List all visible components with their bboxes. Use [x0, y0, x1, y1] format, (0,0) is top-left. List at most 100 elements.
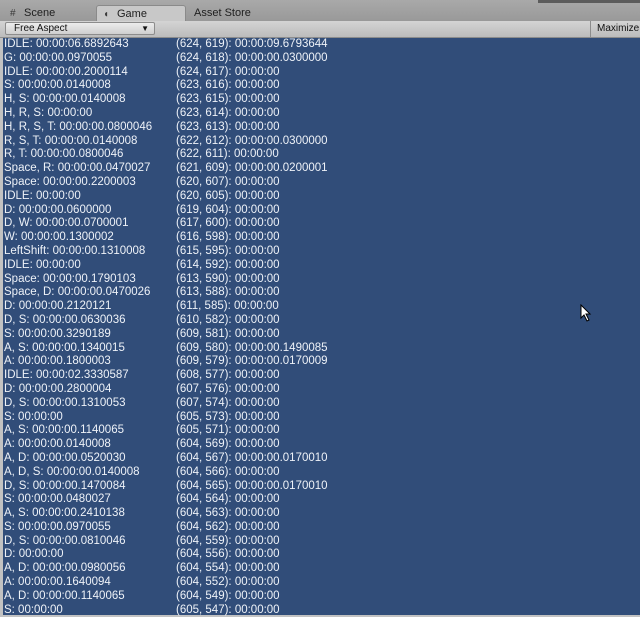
- log-keys-duration: H, S: 00:00:00.0140008: [4, 93, 126, 106]
- log-keys-duration: S: 00:00:00: [4, 410, 63, 423]
- tab-asset-store-label: Asset Store: [194, 7, 251, 19]
- log-position-duration: (622, 612): 00:00:00.0300000: [176, 134, 328, 147]
- log-keys-duration: W: 00:00:00.1300002: [4, 231, 114, 244]
- log-position-duration: (609, 579): 00:00:00.0170009: [176, 355, 328, 368]
- log-keys-duration: Space, R: 00:00:00.0470027: [4, 162, 151, 175]
- log-keys-duration: G: 00:00:00.0970055: [4, 51, 113, 64]
- log-keys-duration: IDLE: 00:00:00: [4, 258, 81, 271]
- log-position-duration: (613, 588): 00:00:00: [176, 286, 280, 299]
- tab-scene-label: Scene: [24, 7, 56, 19]
- log-keys-duration: Space: 00:00:00.2200003: [4, 175, 136, 188]
- editor-tab-bar: # Scene ◖ Game Asset Store: [0, 0, 640, 22]
- log-position-duration: (617, 600): 00:00:00: [176, 217, 280, 230]
- log-position-duration: (604, 564): 00:00:00: [176, 493, 280, 506]
- log-keys-duration: A: 00:00:00.0140008: [4, 438, 111, 451]
- log-position-duration: (620, 605): 00:00:00: [176, 189, 280, 202]
- log-keys-duration: A, S: 00:00:00.1340015: [4, 341, 125, 354]
- log-keys-duration: S: 00:00:00.3290189: [4, 327, 111, 340]
- tab-game[interactable]: ◖ Game: [96, 5, 186, 21]
- log-position-duration: (622, 611): 00:00:00: [176, 148, 279, 161]
- log-keys-duration: D: 00:00:00.2800004: [4, 382, 112, 395]
- log-keys-duration: S: 00:00:00: [4, 603, 63, 616]
- log-keys-duration: R, T: 00:00:00.0800046: [4, 148, 124, 161]
- aspect-dropdown[interactable]: Free Aspect ▼: [5, 22, 155, 35]
- log-position-duration: (610, 582): 00:00:00: [176, 313, 280, 326]
- log-position-duration: (623, 613): 00:00:00: [176, 120, 280, 133]
- log-position-duration: (604, 563): 00:00:00: [176, 507, 280, 520]
- log-position-duration: (623, 614): 00:00:00: [176, 106, 280, 119]
- log-keys-duration: D, S: 00:00:00.1310053: [4, 396, 126, 409]
- log-position-duration: (604, 566): 00:00:00: [176, 465, 280, 478]
- tab-scene[interactable]: # Scene: [4, 5, 94, 21]
- log-keys-duration: S: 00:00:00.0480027: [4, 493, 111, 506]
- log-keys-duration: IDLE: 00:00:00.2000114: [4, 65, 128, 78]
- log-keys-duration: D: 00:00:00.2120121: [4, 300, 112, 313]
- log-position-duration: (615, 595): 00:00:00: [176, 244, 280, 257]
- log-position-duration: (604, 569): 00:00:00: [176, 438, 280, 451]
- log-position-duration: (616, 598): 00:00:00: [176, 231, 280, 244]
- log-keys-duration: IDLE: 00:00:06.6892643: [4, 38, 129, 50]
- log-keys-duration: A, D: 00:00:00.1140065: [4, 589, 125, 602]
- log-position-duration: (609, 581): 00:00:00: [176, 327, 280, 340]
- log-position-duration: (624, 619): 00:00:09.6793644: [176, 38, 328, 50]
- log-keys-duration: IDLE: 00:00:00: [4, 189, 81, 202]
- log-keys-duration: A, S: 00:00:00.1140065: [4, 424, 124, 437]
- log-keys-duration: A: 00:00:00.1640094: [4, 576, 111, 589]
- log-position-duration: (604, 552): 00:00:00: [176, 576, 280, 589]
- log-position-duration: (624, 617): 00:00:00: [176, 65, 280, 78]
- log-keys-duration: S: 00:00:00.0970055: [4, 520, 111, 533]
- log-keys-duration: S: 00:00:00.0140008: [4, 79, 111, 92]
- log-position-duration: (623, 616): 00:00:00: [176, 79, 280, 92]
- tab-asset-store[interactable]: Asset Store: [188, 5, 298, 21]
- log-keys-duration: H, R, S: 00:00:00: [4, 106, 93, 119]
- log-keys-duration: A, D: 00:00:00.0980056: [4, 562, 126, 575]
- log-position-duration: (621, 609): 00:00:00.0200001: [176, 162, 328, 175]
- log-position-duration: (624, 618): 00:00:00.0300000: [176, 51, 328, 64]
- log-keys-duration: D, W: 00:00:00.0700001: [4, 217, 129, 230]
- log-keys-duration: IDLE: 00:00:02.3330587: [4, 369, 129, 382]
- log-keys-duration: R, S, T: 00:00:00.0140008: [4, 134, 138, 147]
- game-view[interactable]: IDLE: 00:00:06.6892643 (624, 619): 00:00:…: [3, 38, 640, 616]
- log-position-duration: (604, 549): 00:00:00: [176, 589, 280, 602]
- aspect-dropdown-label: Free Aspect: [14, 23, 68, 34]
- log-keys-duration: A, S: 00:00:00.2410138: [4, 507, 125, 520]
- log-position-duration: (608, 577): 00:00:00: [176, 369, 280, 382]
- maximize-button[interactable]: Maximize: [590, 21, 640, 37]
- tab-game-label: Game: [117, 8, 147, 20]
- log-position-duration: (604, 567): 00:00:00.0170010: [176, 451, 328, 464]
- log-keys-duration: H, R, S, T: 00:00:00.0800046: [4, 120, 153, 133]
- log-position-duration: (605, 573): 00:00:00: [176, 410, 280, 423]
- mouse-cursor-icon: [580, 304, 592, 322]
- log-position-duration: (620, 607): 00:00:00: [176, 175, 280, 188]
- log-position-duration: (623, 615): 00:00:00: [176, 93, 280, 106]
- log-keys-duration: Space, D: 00:00:00.0470026: [4, 286, 151, 299]
- log-position-duration: (604, 565): 00:00:00.0170010: [176, 479, 328, 492]
- log-position-duration: (604, 556): 00:00:00: [176, 548, 280, 561]
- log-keys-duration: D: 00:00:00.0600000: [4, 203, 112, 216]
- log-position-duration: (604, 559): 00:00:00: [176, 534, 280, 547]
- log-position-duration: (604, 554): 00:00:00: [176, 562, 280, 575]
- log-keys-duration: D: 00:00:00: [4, 548, 64, 561]
- log-keys-duration: D, S: 00:00:00.0810046: [4, 534, 126, 547]
- log-keys-duration: D, S: 00:00:00.1470084: [4, 479, 126, 492]
- log-keys-duration: A: 00:00:00.1800003: [4, 355, 111, 368]
- log-position-duration: (607, 576): 00:00:00: [176, 382, 280, 395]
- log-keys-duration: A, D: 00:00:00.0520030: [4, 451, 126, 464]
- log-position-duration: (619, 604): 00:00:00: [176, 203, 280, 216]
- log-position-duration: (607, 574): 00:00:00: [176, 396, 280, 409]
- log-position-duration: (605, 571): 00:00:00: [176, 424, 280, 437]
- log-position-duration: (609, 580): 00:00:00.1490085: [176, 341, 328, 354]
- log-keys-duration: Space: 00:00:00.1790103: [4, 272, 136, 285]
- chevron-down-icon: ▼: [141, 24, 149, 33]
- tab-bar-divider: [538, 0, 640, 3]
- log-position-duration: (611, 585): 00:00:00: [176, 300, 279, 313]
- log-keys-duration: LeftShift: 00:00:00.1310008: [4, 244, 146, 257]
- log-keys-duration: A, D, S: 00:00:00.0140008: [4, 465, 140, 478]
- log-keys-duration: D, S: 00:00:00.0630036: [4, 313, 126, 326]
- game-view-toolbar: Free Aspect ▼ Maximize: [0, 21, 640, 38]
- log-position-duration: (605, 547): 00:00:00: [176, 603, 280, 616]
- log-position-duration: (614, 592): 00:00:00: [176, 258, 280, 271]
- grid-icon: #: [10, 8, 16, 19]
- log-position-duration: (604, 562): 00:00:00: [176, 520, 280, 533]
- log-position-duration: (613, 590): 00:00:00: [176, 272, 280, 285]
